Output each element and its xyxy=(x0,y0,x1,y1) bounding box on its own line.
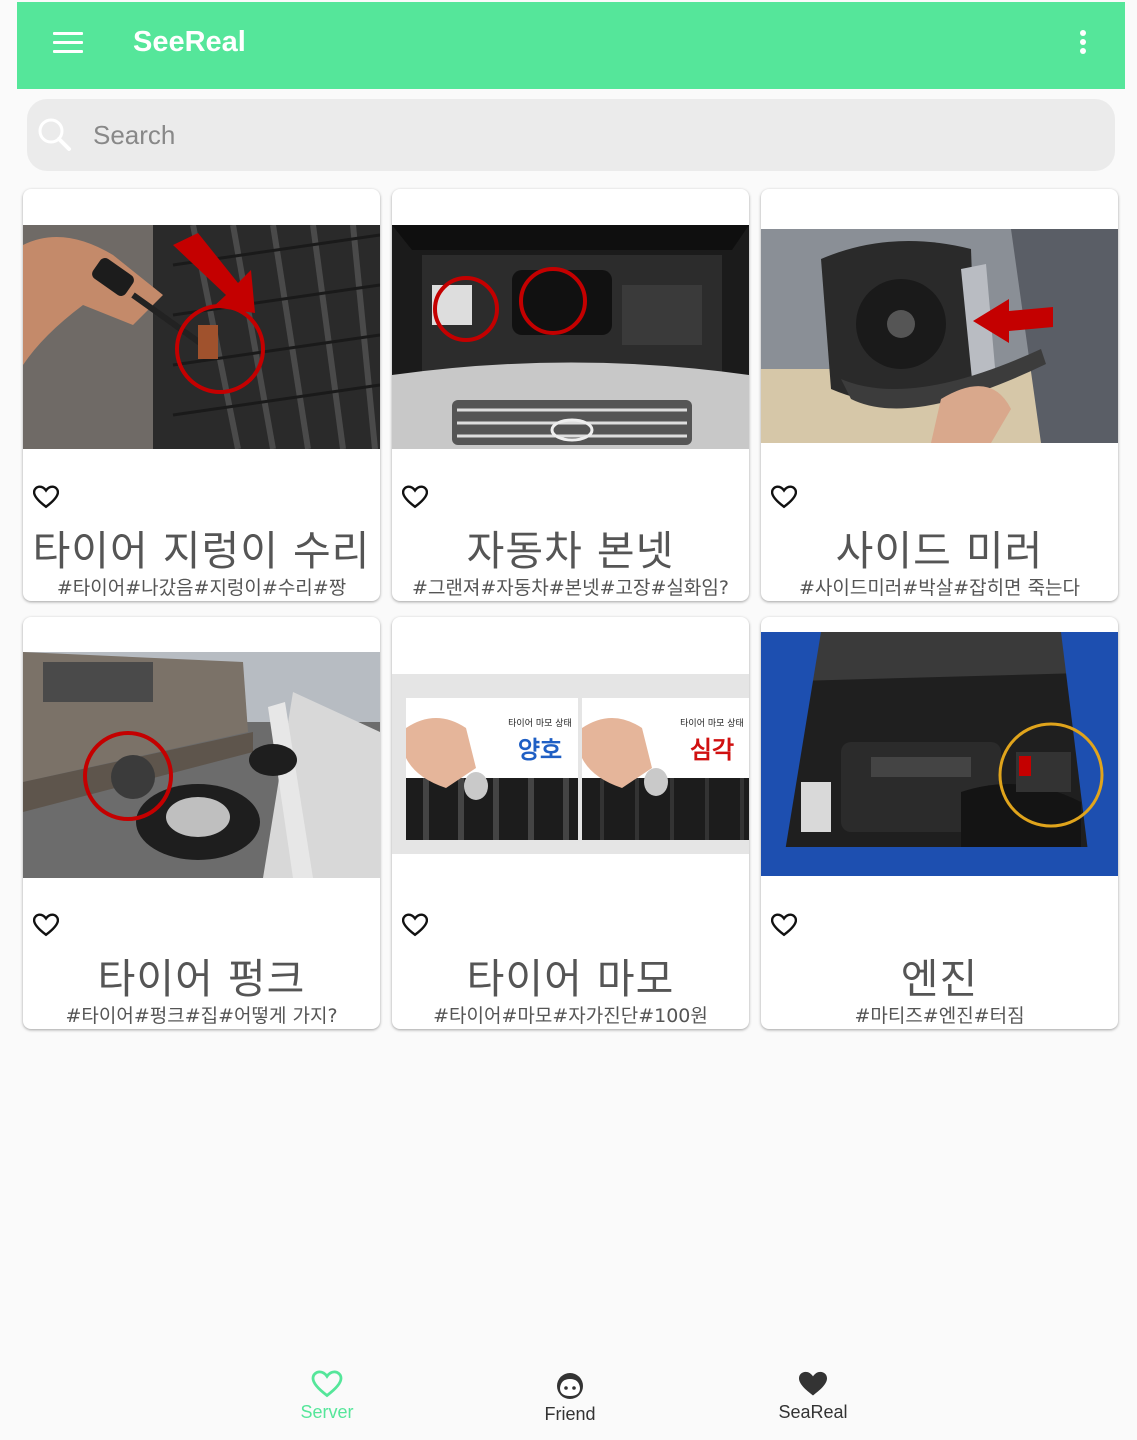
heart-outline-icon xyxy=(311,1370,343,1398)
engine-bay-battery-photo xyxy=(761,632,1118,876)
card-tags: #사이드미러#박살#잡히면 죽는다 xyxy=(798,577,1081,599)
menu-icon[interactable] xyxy=(53,32,83,56)
left-image-status: 양호 xyxy=(517,736,563,764)
app-title: SeeReal xyxy=(133,26,246,58)
nav-label: SeaReal xyxy=(778,1402,848,1422)
card-tags: #타이어#마모#자가진단#100원 xyxy=(433,1005,708,1027)
post-card[interactable]: 엔진 #마티즈#엔진#터짐 xyxy=(761,617,1118,1029)
tire-tread-coin-test-photo: 타이어 마모 상태 양호 타이어 마모 상태 심각 xyxy=(392,674,749,854)
post-card[interactable]: 타이어 마모 상태 양호 타이어 마모 상태 심각 타이어 마모 #타이어#마모… xyxy=(392,617,749,1029)
heart-outline-icon[interactable] xyxy=(402,485,428,509)
app-root: SeeReal Search 타이어 지렁이 수리 #타이어#나갔음#지렁이#수… xyxy=(17,0,1125,1440)
post-card[interactable]: 타이어 펑크 #타이어#펑크#집#어떻게 가지? xyxy=(23,617,380,1029)
car-engine-bay-photo xyxy=(392,225,749,449)
heart-filled-icon xyxy=(799,1371,827,1396)
left-image-caption: 타이어 마모 상태 xyxy=(508,719,572,729)
card-title: 타이어 펑크 xyxy=(97,955,306,1003)
bottom-navigation: Server Friend SeaReal xyxy=(17,1360,1125,1440)
tire-plug-repair-photo xyxy=(23,225,380,449)
nav-label: Friend xyxy=(544,1404,596,1424)
post-card[interactable]: 사이드 미러 #사이드미러#박살#잡히면 죽는다 xyxy=(761,189,1118,601)
side-mirror-photo xyxy=(761,229,1118,443)
card-tags: #마티즈#엔진#터짐 xyxy=(854,1005,1025,1027)
flat-tire-roadside-photo xyxy=(23,652,380,878)
nav-item-seareal[interactable]: SeaReal xyxy=(743,1360,883,1440)
card-title: 자동차 본넷 xyxy=(466,527,675,575)
more-options-icon[interactable] xyxy=(1077,30,1089,60)
nav-item-server[interactable]: Server xyxy=(257,1360,397,1440)
card-title: 타이어 지렁이 수리 xyxy=(32,527,371,575)
heart-outline-icon[interactable] xyxy=(402,913,428,937)
card-title: 사이드 미러 xyxy=(835,527,1044,575)
card-title: 엔진 xyxy=(900,955,979,1003)
search-input[interactable] xyxy=(93,111,1073,159)
nav-item-friend[interactable]: Friend xyxy=(500,1360,640,1440)
post-card[interactable]: 자동차 본넷 #그랜져#자동차#본넷#고장#실화임? xyxy=(392,189,749,601)
face-icon xyxy=(557,1373,583,1399)
search-bar[interactable] xyxy=(27,99,1115,171)
heart-outline-icon[interactable] xyxy=(33,485,59,509)
right-image-status: 심각 xyxy=(689,736,735,764)
nav-label: Server xyxy=(300,1402,354,1422)
app-bar: SeeReal xyxy=(17,2,1125,89)
card-tags: #타이어#펑크#집#어떻게 가지? xyxy=(65,1005,338,1027)
right-image-caption: 타이어 마모 상태 xyxy=(680,719,744,729)
card-title: 타이어 마모 xyxy=(466,955,675,1003)
heart-outline-icon[interactable] xyxy=(771,485,797,509)
post-card[interactable]: 타이어 지렁이 수리 #타이어#나갔음#지렁이#수리#짱 xyxy=(23,189,380,601)
heart-outline-icon[interactable] xyxy=(771,913,797,937)
card-tags: #타이어#나갔음#지렁이#수리#짱 xyxy=(56,577,347,599)
card-tags: #그랜져#자동차#본넷#고장#실화임? xyxy=(412,577,729,599)
heart-outline-icon[interactable] xyxy=(33,913,59,937)
search-icon xyxy=(38,118,71,151)
